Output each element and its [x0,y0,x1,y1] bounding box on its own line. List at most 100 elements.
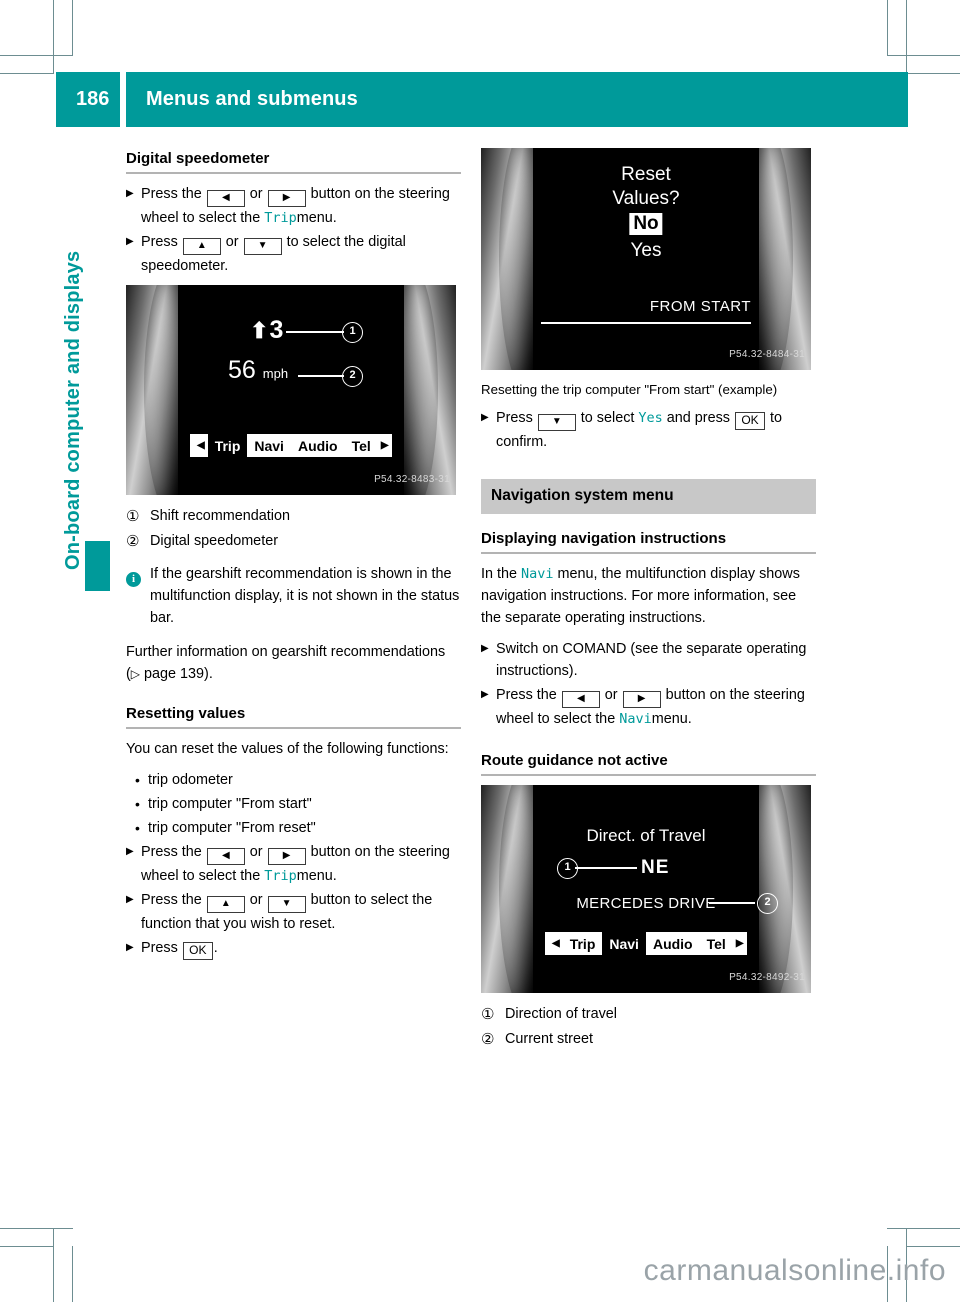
callout-leader-line [286,331,344,333]
crop-mark [53,0,54,74]
heading-route-guidance-not-active: Route guidance not active [481,752,668,769]
list-item-label: trip computer "From start" [148,796,312,812]
navigation-instructions-text: In the Navi menu, the multifunction disp… [481,563,816,629]
cluster-status-bar: ◀ Trip Navi Audio Tel ▶ [190,432,392,459]
further-info-part: Further information on gearshift [126,644,327,660]
status-bar-item-navi[interactable]: Navi [247,433,291,459]
step-text-part: Press the [141,186,202,202]
legend-label: Digital speedometer [150,533,278,549]
heading-rule [126,727,461,729]
page-title: Menus and submenus [126,72,908,127]
step-text-part: function that you wish to reset. [141,916,336,932]
cluster-bezel-left [481,148,533,370]
crop-mark [906,0,907,74]
status-bar-item-navi[interactable]: Navi [602,930,646,957]
step-text-part: to select [580,410,635,426]
page-reference[interactable]: page 139). [140,666,213,682]
reset-intro-text: You can reset the values of the followin… [126,741,449,757]
status-bar-item-trip[interactable]: Trip [207,432,248,459]
callout-leader-line [298,375,344,377]
heading-displaying-navigation-instructions: Displaying navigation instructions [481,530,727,547]
speed-number: 56 [228,356,256,384]
legend-number-icon: ① [481,1005,495,1023]
nav-para-part: In the [481,566,518,582]
down-arrow-key-icon[interactable]: ▼ [243,238,282,255]
crop-mark [0,73,54,74]
chapter-tab-label: On-board computer and displays [62,250,84,570]
step-text-part: Press the [496,687,557,703]
figure-caption: Resetting the trip computer "From start"… [481,382,778,397]
step-arrow-icon: ▶ [481,689,489,700]
down-arrow-key-icon[interactable]: ▼ [537,414,576,431]
status-bar-item-tel[interactable]: Tel [700,931,733,957]
cluster-bezel-right [759,785,811,993]
list-item: • trip odometer [126,769,461,791]
figure-direction-of-travel: Direct. of Travel NE MERCEDES DRIVE ◀ Tr… [481,785,811,993]
crop-mark [72,1246,73,1302]
reset-option-yes[interactable]: Yes [533,240,759,262]
direction-of-travel-title: Direct. of Travel [586,826,706,845]
heading-rule [481,774,816,776]
status-bar-left-arrow-icon[interactable]: ◀ [549,933,563,955]
step-select-yes-confirm: ▶ Press ▼ to select Yes and press OK to … [481,407,816,453]
step-text-part: . [213,940,218,956]
step-text-part: menu. [296,868,337,884]
status-bar-item-trip[interactable]: Trip [563,931,603,957]
left-arrow-key-icon[interactable]: ◀ [206,190,245,207]
right-arrow-key-icon[interactable]: ▶ [267,848,306,865]
crop-mark [0,1228,73,1229]
list-item-label: trip odometer [148,772,233,788]
bullet-icon: • [135,820,140,836]
status-bar-item-tel[interactable]: Tel [345,433,378,459]
chapter-tab-marker [85,541,110,591]
left-arrow-key-icon[interactable]: ◀ [561,691,600,708]
step-text-part: button on the [665,687,750,703]
crop-mark [906,1246,960,1247]
ok-key-icon[interactable]: OK [734,412,765,430]
legend-item: ② Digital speedometer [126,530,461,552]
right-column: Reset Values? No Yes FROM START P54.32-8… [481,148,816,1053]
up-arrow-key-icon[interactable]: ▲ [182,238,221,255]
crop-mark [906,73,960,74]
legend-number-icon: ① [126,507,140,525]
step-text-part: to select the digital [286,234,406,250]
cluster-status-bar: ◀ Trip Navi Audio Tel ▶ [545,930,747,957]
callout-leader-line [709,902,755,904]
step-select-trip-menu: ▶ Press the ◀ or ▶ button on the steerin… [126,183,461,229]
status-bar-item-audio[interactable]: Audio [291,433,345,459]
step-press-ok: ▶ Press OK. [126,937,461,960]
cluster-screen: Reset Values? No Yes FROM START [533,148,759,370]
info-note-text: If the gearshift recommendation is shown… [150,566,460,626]
menu-name-trip: Trip [264,210,297,226]
list-item: • trip computer "From reset" [126,817,461,839]
direction-value: NE [641,857,670,878]
right-arrow-key-icon[interactable]: ▶ [622,691,661,708]
info-note: i If the gearshift recommendation is sho… [126,563,461,629]
page-reference-arrow-icon: ▷ [130,667,141,681]
crop-mark [0,1246,54,1247]
right-arrow-key-icon[interactable]: ▶ [267,190,306,207]
status-bar-right-arrow-icon[interactable]: ▶ [378,435,392,457]
figure-reset-values: Reset Values? No Yes FROM START P54.32-8… [481,148,811,370]
step-text-or: or [225,234,239,250]
current-street-value: MERCEDES DRIVE [576,895,716,912]
down-arrow-key-icon[interactable]: ▼ [267,896,306,913]
status-bar-item-audio[interactable]: Audio [646,931,700,957]
menu-name-navi: Navi [619,711,652,727]
heading-resetting-values: Resetting values [126,705,246,722]
digital-speed-value: 56 mph [228,356,288,385]
further-information-text: Further information on gearshift recomme… [126,641,461,685]
reset-option-no[interactable]: No [629,213,663,235]
legend-number-icon: ② [481,1030,495,1048]
status-bar-right-arrow-icon[interactable]: ▶ [733,933,747,955]
left-arrow-key-icon[interactable]: ◀ [206,848,245,865]
step-arrow-icon: ▶ [126,846,134,857]
ok-key-icon[interactable]: OK [182,942,213,960]
callout-2: 2 [757,893,778,914]
step-text-part: speedometer. [141,258,229,274]
status-bar-left-arrow-icon[interactable]: ◀ [194,435,208,457]
step-text-or: or [249,844,263,860]
reset-dialog-divider [541,322,751,324]
page-number: 186 [56,72,120,127]
up-arrow-key-icon[interactable]: ▲ [206,896,245,913]
